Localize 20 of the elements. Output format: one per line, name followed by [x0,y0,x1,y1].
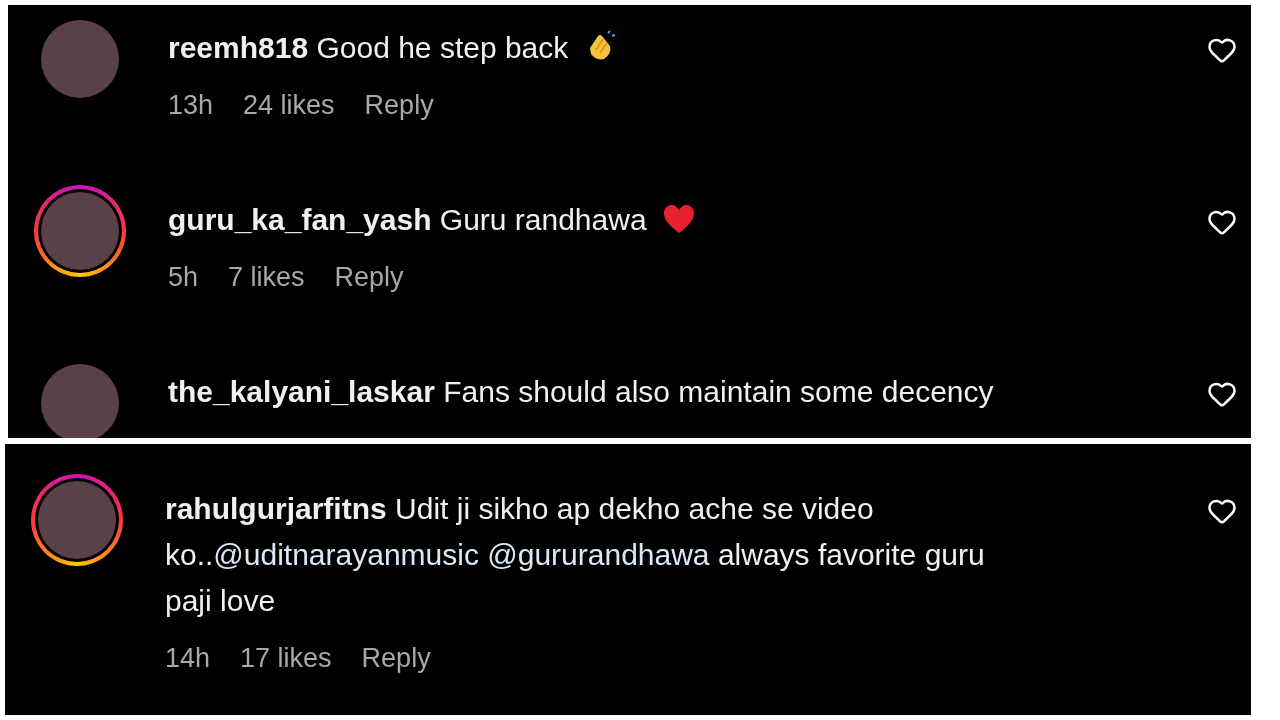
username-link[interactable]: guru_ka_fan_yash [168,203,432,236]
like-count[interactable]: 7 likes [228,257,305,298]
comment-time: 13h [168,89,214,122]
mention-link[interactable]: @uditnarayanmusic [213,538,479,571]
comment-text: reemh818 Good he step back [168,25,1018,71]
comment-time: 5h [168,261,199,294]
mention-link[interactable]: @gururandhawa [487,538,710,571]
comment-time: 14h [165,642,211,675]
reply-link[interactable]: Reply [334,257,404,298]
username-link[interactable]: rahulgurjarfitns [165,492,387,525]
reply-link[interactable]: Reply [361,638,431,679]
comment-text: guru_ka_fan_yash Guru randhawa [168,197,1018,243]
username-link[interactable]: the_kalyani_laskar [168,375,435,408]
comment-text: rahulgurjarfitns Udit ji sikho ap dekho ache se video ko..@uditnarayanmusic @gururandhawa always favorite guru paji love [165,491,986,619]
heart-icon [662,204,695,234]
like-count[interactable]: 17 likes [240,638,332,679]
like-count[interactable]: 24 likes [243,85,335,126]
reply-link[interactable]: Reply [364,85,434,126]
username-link[interactable]: reemh818 [168,31,309,64]
comment-text: the_kalyani_laskar Fans should also maintain some decency [168,374,995,410]
